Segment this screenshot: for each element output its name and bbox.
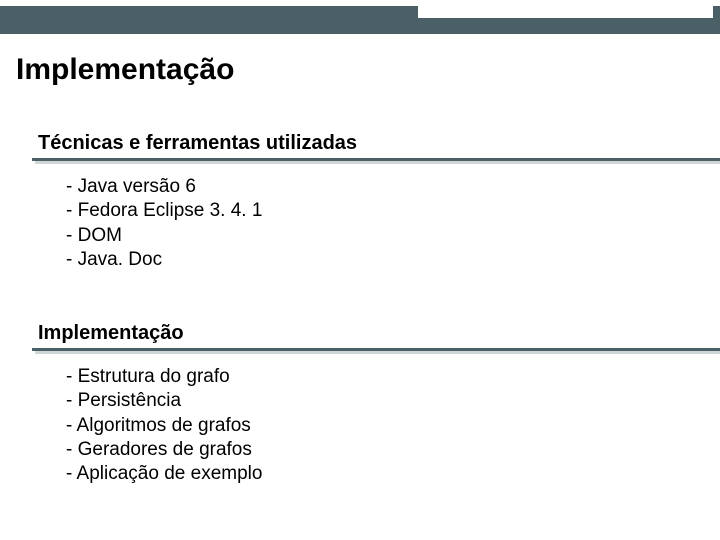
section-implementation: Implementação - Estrutura do grafo - Per… [32, 318, 688, 487]
section-heading: Implementação [38, 322, 682, 345]
section-tools: Técnicas e ferramentas utilizadas - Java… [32, 128, 688, 272]
bullet-list: - Estrutura do grafo - Persistência - Al… [66, 365, 688, 487]
header-band-cutout [418, 6, 713, 18]
section-heading-wrap: Técnicas e ferramentas utilizadas [32, 128, 688, 161]
list-item: - DOM [66, 224, 688, 248]
header-band [0, 6, 720, 34]
section-divider-shadow [35, 351, 720, 354]
section-divider-shadow [35, 161, 720, 164]
list-item: - Java. Doc [66, 248, 688, 272]
list-item: - Algoritmos de grafos [66, 414, 688, 438]
list-item: - Persistência [66, 389, 688, 413]
section-heading-wrap: Implementação [32, 318, 688, 351]
section-heading: Técnicas e ferramentas utilizadas [38, 132, 682, 155]
list-item: - Aplicação de exemplo [66, 462, 688, 486]
list-item: - Java versão 6 [66, 175, 688, 199]
list-item: - Estrutura do grafo [66, 365, 688, 389]
bullet-list: - Java versão 6 - Fedora Eclipse 3. 4. 1… [66, 175, 688, 272]
slide-title: Implementação [16, 53, 234, 87]
list-item: - Fedora Eclipse 3. 4. 1 [66, 199, 688, 223]
list-item: - Geradores de grafos [66, 438, 688, 462]
